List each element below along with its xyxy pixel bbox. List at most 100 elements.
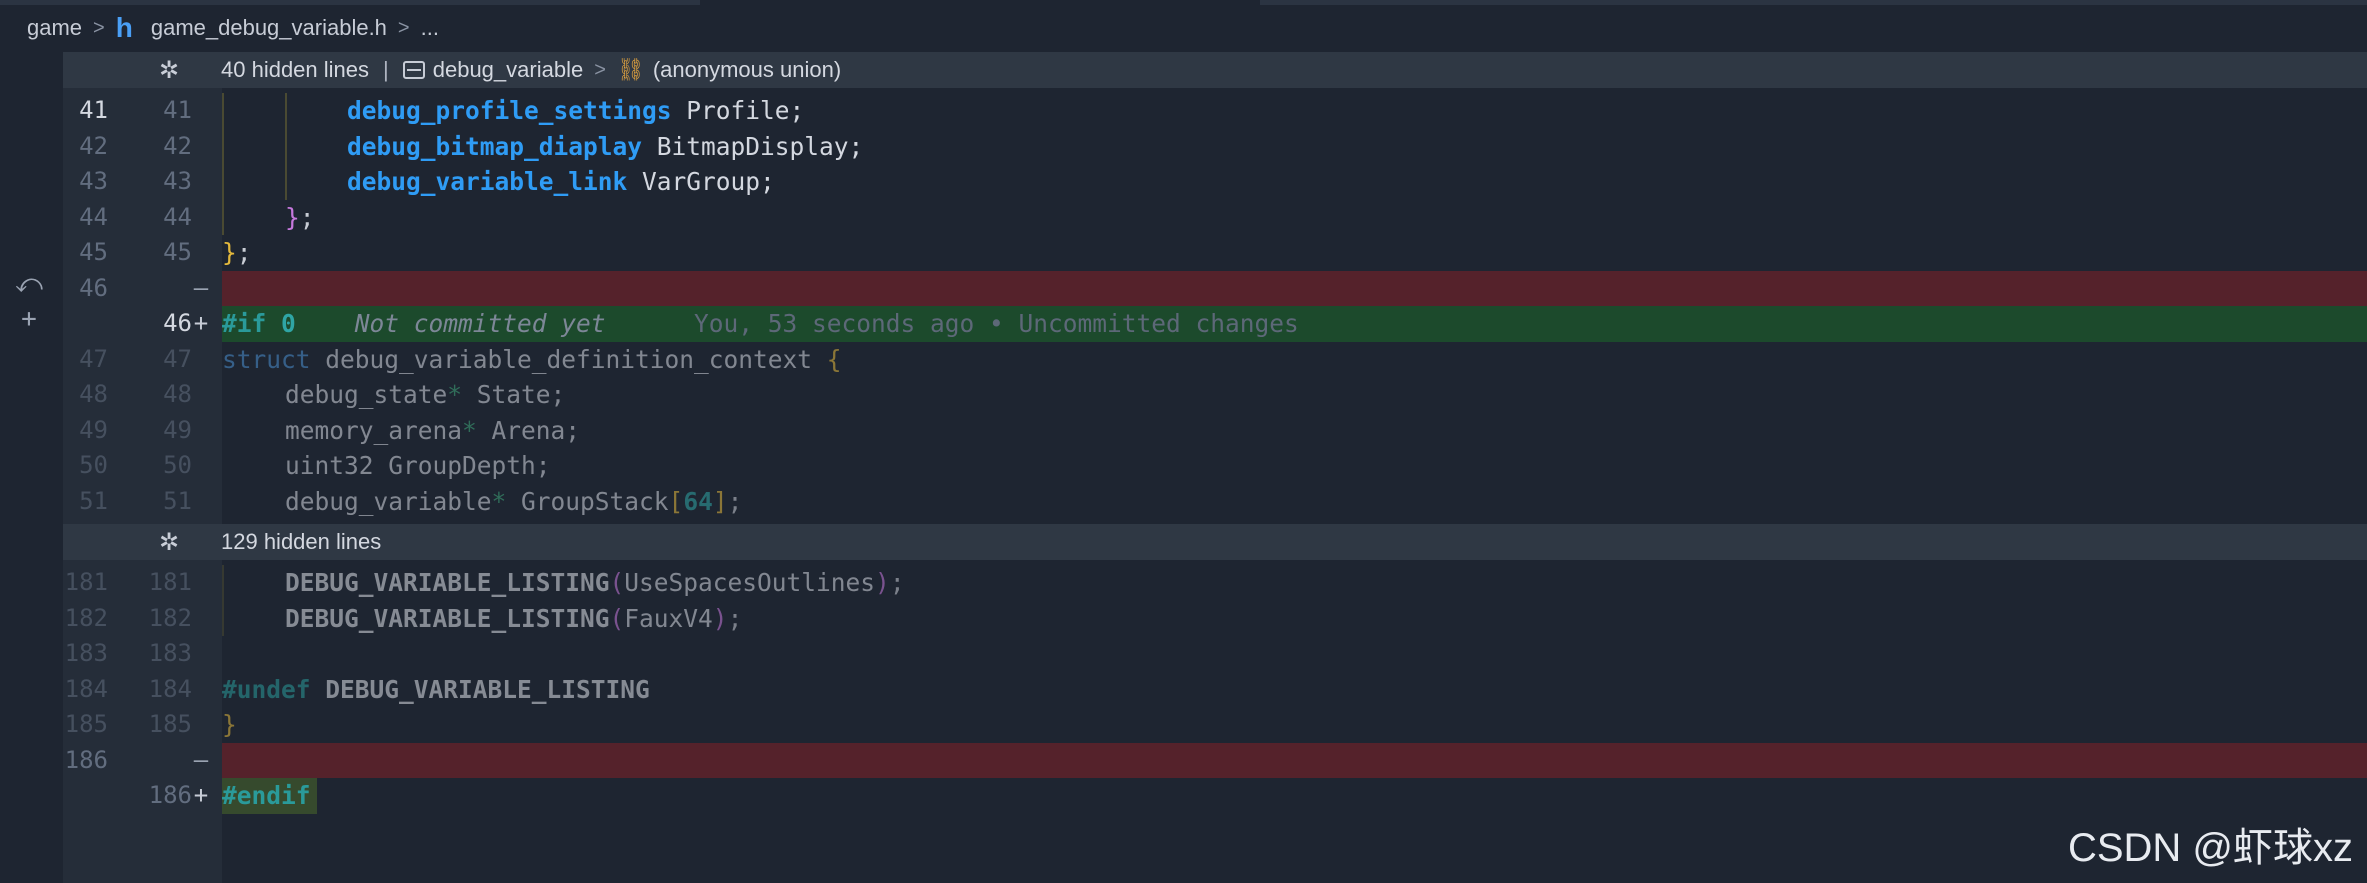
- line-number-new: 45: [163, 238, 192, 266]
- identifier-token: debug_variable_definition_context: [310, 344, 827, 374]
- macro-token: DEBUG_VARIABLE_LISTING: [285, 568, 610, 597]
- added-line[interactable]: 186 + #endif: [0, 778, 2367, 814]
- breadcrumb-more[interactable]: ...: [421, 15, 439, 41]
- code-line[interactable]: 41 41 debug_profile_settings Profile;: [0, 93, 2367, 129]
- tab-strip-edge: [0, 0, 700, 5]
- brace-token: }: [222, 238, 237, 267]
- identifier-token: BitmapDisplay;: [642, 131, 864, 161]
- code-text: }: [222, 707, 237, 743]
- breadcrumb-file[interactable]: game_debug_variable.h: [151, 15, 387, 41]
- separator: |: [383, 57, 389, 82]
- inline-blame-annotation[interactable]: You, 53 seconds ago • Uncommitted change…: [606, 309, 1299, 338]
- symbol-anonymous-union[interactable]: (anonymous union): [653, 57, 841, 83]
- watermark: CSDN @虾球xz: [2067, 826, 2353, 870]
- code-line[interactable]: 51 51 debug_variable* GroupStack[64];: [0, 484, 2367, 520]
- code-text: debug_variable* GroupStack[64];: [285, 484, 742, 520]
- bracket-token: ]: [712, 486, 728, 516]
- breadcrumb-folder[interactable]: game: [27, 15, 82, 41]
- code-line[interactable]: 45 45 };: [0, 235, 2367, 271]
- hidden-lines-bar[interactable]: ✲ 40 hidden lines | debug_variable > ⛓ (…: [63, 52, 2367, 88]
- indent-guide: [222, 600, 224, 636]
- line-number-new: 186: [148, 781, 192, 809]
- deleted-marker: —: [193, 273, 209, 302]
- tab-strip-edge: [1260, 0, 1500, 5]
- line-number-new: 184: [148, 674, 192, 703]
- paren-token: (: [609, 603, 625, 633]
- line-number-new: 44: [163, 202, 192, 231]
- chevron-right-icon: >: [594, 58, 606, 81]
- hidden-lines-label-group: 40 hidden lines | debug_variable > ⛓ (an…: [221, 57, 841, 83]
- preprocessor-token: #endif: [222, 781, 311, 810]
- paren-token: ): [875, 568, 890, 597]
- code-text: debug_bitmap_diaplay BitmapDisplay;: [347, 129, 863, 165]
- code-text: #endif: [222, 778, 311, 814]
- code-line[interactable]: 182 182 DEBUG_VARIABLE_LISTING(FauxV4);: [0, 600, 2367, 636]
- inline-blame-status: Not committed yet: [295, 309, 606, 338]
- line-number-new: 48: [163, 380, 192, 408]
- code-text: debug_variable_link VarGroup;: [347, 164, 775, 200]
- code-text: };: [222, 235, 252, 271]
- unfold-icon[interactable]: ✲: [153, 528, 185, 557]
- brace-token: }: [285, 202, 300, 232]
- editor-breadcrumb-bar: game > h game_debug_variable.h > ...: [0, 0, 2367, 56]
- code-line[interactable]: 50 50 uint32 GroupDepth;: [0, 448, 2367, 484]
- line-number-old: 183: [64, 639, 108, 667]
- pointer-token: *: [447, 380, 463, 409]
- line-number-old: 51: [79, 486, 108, 515]
- type-token: debug_bitmap_diaplay: [347, 131, 643, 161]
- identifier-token: UseSpacesOutlines: [624, 568, 876, 597]
- breadcrumb: game > h game_debug_variable.h > ...: [27, 10, 439, 46]
- code-line[interactable]: 184 184 #undef DEBUG_VARIABLE_LISTING: [0, 672, 2367, 708]
- code-line[interactable]: 44 44 };: [0, 199, 2367, 235]
- code-text: debug_state* State;: [285, 377, 565, 413]
- keyword-token: struct: [222, 344, 311, 374]
- indent-guide: [285, 93, 287, 129]
- punct-token: ;: [727, 486, 743, 516]
- pointer-token: *: [462, 415, 477, 445]
- deleted-line[interactable]: 186 —: [0, 742, 2367, 778]
- chevron-right-icon: >: [397, 16, 410, 39]
- symbol-debug-variable[interactable]: debug_variable: [433, 57, 583, 83]
- hidden-lines-label[interactable]: 40 hidden lines: [221, 57, 369, 83]
- code-text: #undef DEBUG_VARIABLE_LISTING: [222, 672, 650, 708]
- identifier-token: FauxV4: [624, 603, 713, 633]
- line-number-new: 41: [163, 96, 192, 124]
- unfold-icon[interactable]: ✲: [153, 56, 185, 85]
- punct-token: ;: [889, 568, 905, 597]
- pointer-token: *: [491, 486, 507, 516]
- code-line[interactable]: 42 42 debug_bitmap_diaplay BitmapDisplay…: [0, 128, 2367, 165]
- line-number-old: 47: [79, 344, 108, 373]
- indent-guide: [285, 164, 287, 200]
- indent-guide: [222, 565, 224, 601]
- line-number-old: 186: [64, 745, 108, 774]
- line-number-new: 181: [148, 568, 192, 596]
- line-number-new: 43: [163, 167, 192, 195]
- revert-change-icon[interactable]: ⤺: [14, 269, 44, 300]
- identifier-token: GroupStack: [506, 486, 669, 516]
- code-line[interactable]: 49 49 memory_arena* Arena;: [0, 413, 2367, 449]
- code-line[interactable]: 43 43 debug_variable_link VarGroup;: [0, 164, 2367, 200]
- hidden-lines-bar[interactable]: ✲ 129 hidden lines: [63, 524, 2367, 560]
- line-number-new: 182: [148, 603, 192, 632]
- code-line[interactable]: 183 183: [0, 636, 2367, 672]
- hidden-lines-label[interactable]: 129 hidden lines: [221, 529, 381, 555]
- line-number-new: 185: [148, 710, 192, 738]
- brace-token: }: [222, 710, 237, 739]
- line-number-new: 49: [163, 415, 192, 444]
- deleted-line[interactable]: ⤺ 46 —: [0, 269, 2367, 306]
- union-icon: ⛓: [616, 57, 645, 82]
- code-line[interactable]: 47 47 struct debug_variable_definition_c…: [0, 342, 2367, 378]
- line-number-old: 45: [79, 238, 108, 266]
- preprocessor-token: #undef: [222, 674, 311, 704]
- line-number-new: 50: [163, 451, 192, 479]
- stage-change-icon[interactable]: +: [14, 304, 44, 334]
- code-line[interactable]: 181 181 DEBUG_VARIABLE_LISTING(UseSpaces…: [0, 565, 2367, 601]
- code-line[interactable]: 48 48 debug_state* State;: [0, 377, 2367, 413]
- chevron-right-icon: >: [93, 16, 105, 39]
- code-line[interactable]: 185 185 }: [0, 707, 2367, 743]
- type-token: debug_profile_settings: [347, 96, 672, 125]
- added-line[interactable]: + 46 + #if 0 Not committed yet You, 53 s…: [0, 304, 2367, 342]
- identifier-token: State;: [462, 380, 566, 409]
- indent-guide: [222, 93, 224, 129]
- punct-token: ;: [236, 238, 252, 267]
